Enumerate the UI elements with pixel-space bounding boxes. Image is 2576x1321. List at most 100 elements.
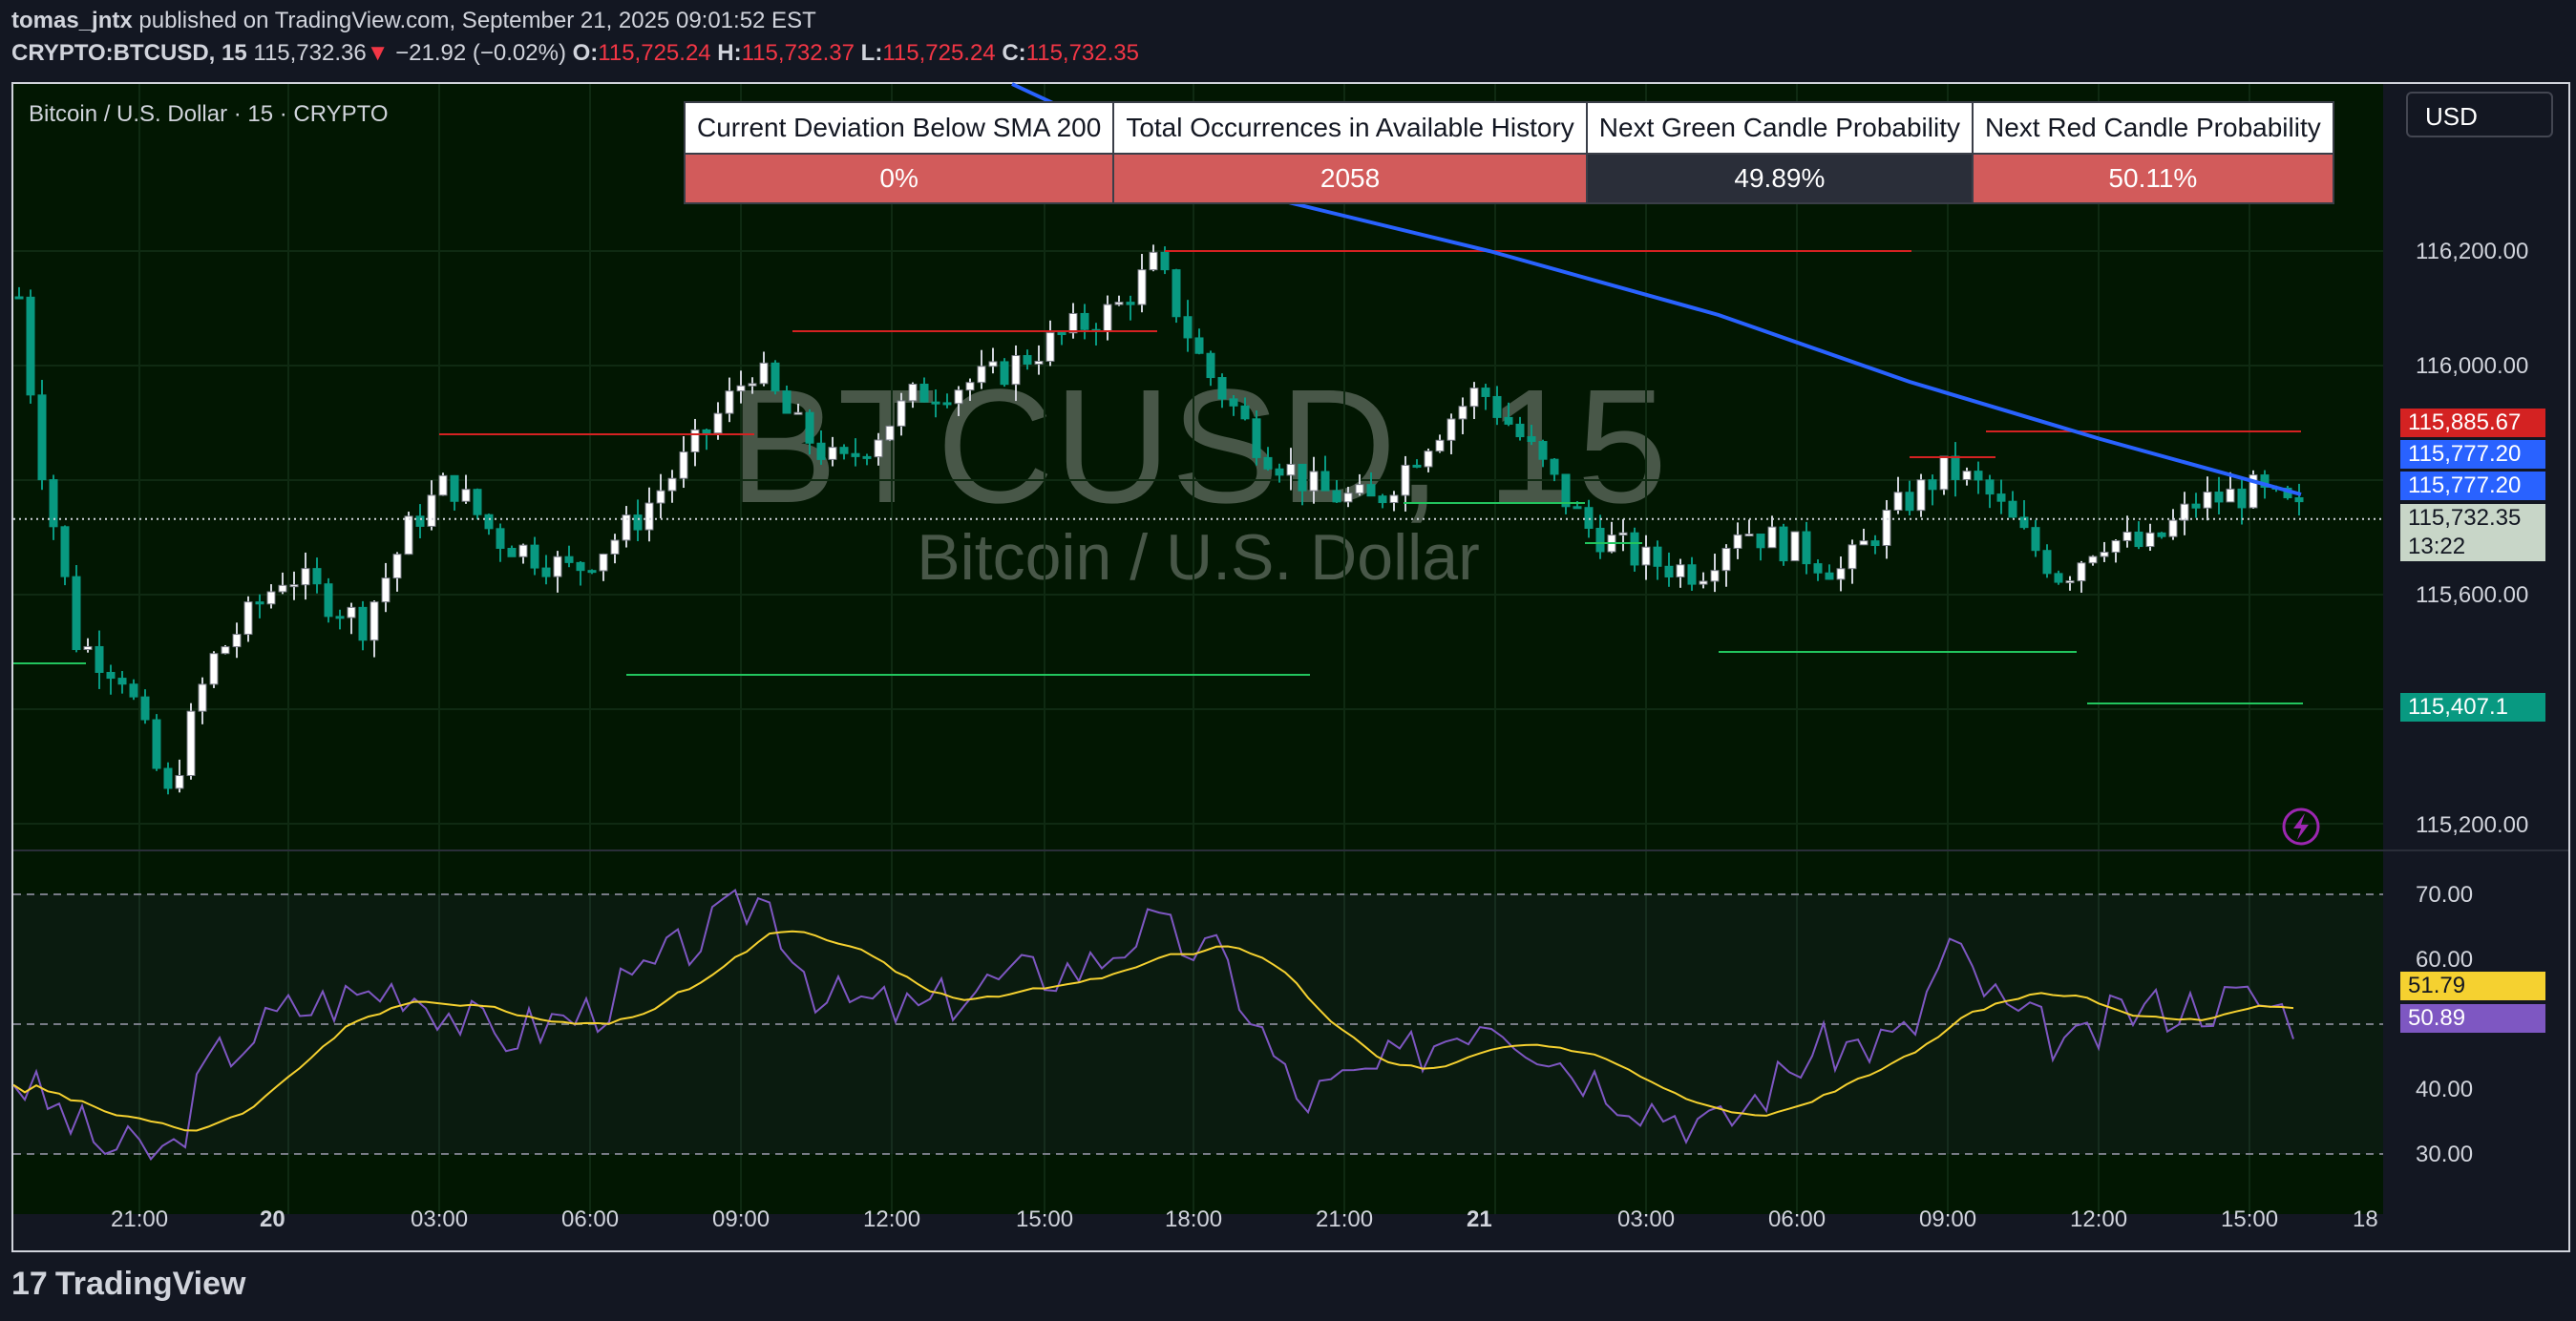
candle-up: [1424, 451, 1433, 468]
candle-down: [450, 474, 459, 502]
candle-up: [656, 490, 665, 504]
candle-up: [1859, 540, 1869, 546]
candle-down: [1687, 564, 1697, 585]
time-tick: 09:00: [1919, 1206, 1977, 1232]
candle-down: [1412, 464, 1422, 468]
candle-up: [553, 556, 562, 577]
candle-up: [644, 502, 654, 531]
candle-up: [874, 439, 883, 458]
candle-down: [576, 561, 585, 572]
stats-value-row: 0% 2058 49.89% 50.11%: [683, 153, 2334, 204]
candle-up: [599, 553, 608, 572]
candle-down: [2157, 532, 2166, 537]
currency-selector[interactable]: USD: [2406, 92, 2553, 137]
price-tick: 115,600.00: [2416, 582, 2529, 608]
candle-up: [2077, 562, 2086, 582]
tradingview-logo-text: TradingView: [54, 1266, 246, 1302]
candle-down: [1584, 507, 1594, 530]
candle-down: [2054, 573, 2063, 583]
candle-up: [1676, 564, 1685, 577]
candle-down: [2008, 500, 2017, 518]
candle-up: [1618, 532, 1628, 536]
stats-value-deviation: 0%: [683, 153, 1115, 204]
time-tick: 21: [1467, 1206, 1492, 1232]
candle-up: [392, 554, 402, 579]
candle-up: [1103, 304, 1112, 332]
candle-up: [175, 775, 184, 789]
candle-down: [117, 678, 127, 685]
time-tick: 21:00: [1316, 1206, 1374, 1232]
candle-down: [862, 455, 872, 459]
candle-down: [1653, 546, 1662, 567]
candle-down: [1595, 528, 1605, 553]
candle-up: [954, 389, 963, 405]
candle-down: [2237, 488, 2247, 509]
time-tick: 03:00: [411, 1206, 469, 1232]
candle-down: [1905, 492, 1914, 512]
candle-down: [1813, 563, 1823, 574]
candle-up: [713, 412, 723, 434]
candle-down: [1630, 532, 1639, 566]
candle-up: [667, 477, 677, 492]
candle-down: [2031, 527, 2040, 552]
candle-up: [1893, 492, 1903, 511]
rsi-tick: 40.00: [2416, 1077, 2474, 1102]
tradingview-logo[interactable]: 17 TradingView: [11, 1266, 245, 1303]
candle-up: [908, 383, 918, 402]
candle-up: [289, 584, 299, 588]
candle-up: [1286, 463, 1296, 476]
candle-down: [633, 514, 643, 531]
price-tick: 115,200.00: [2416, 812, 2529, 838]
time-tick: 15:00: [2221, 1206, 2279, 1232]
candle-down: [942, 402, 952, 406]
candle-up: [1137, 269, 1147, 305]
time-tick: 06:00: [561, 1206, 620, 1232]
candle-down: [60, 526, 70, 577]
candle-down: [95, 645, 104, 673]
candle-down: [1229, 398, 1238, 407]
candle-up: [2122, 531, 2132, 541]
candle-up: [1710, 570, 1720, 582]
candle-down: [1080, 312, 1089, 330]
candle-up: [2145, 532, 2155, 548]
candle-up: [1149, 251, 1158, 271]
stats-value-green-prob: 49.89%: [1585, 153, 1974, 204]
candle-down: [1057, 332, 1066, 336]
candle-up: [438, 474, 448, 496]
time-tick: 03:00: [1617, 1206, 1676, 1232]
candle-up: [2168, 519, 2178, 537]
candle-up: [1389, 494, 1399, 504]
candle-down: [931, 401, 940, 405]
candle-down: [2294, 496, 2304, 503]
candle-down: [2042, 550, 2052, 575]
candle-down: [1550, 458, 1559, 475]
sma-price-tag-2: 115,777.20: [2400, 472, 2545, 500]
candle-down: [1573, 506, 1582, 510]
candle-up: [1744, 534, 1754, 537]
time-tick: 09:00: [712, 1206, 771, 1232]
candle-up: [897, 400, 906, 427]
candle-down: [1023, 355, 1032, 365]
candle-down: [140, 696, 150, 721]
resistance-price-tag: 115,885.67: [2400, 409, 2545, 437]
candle-down: [1126, 302, 1135, 305]
candle-down: [1870, 540, 1880, 547]
candle-up: [977, 366, 986, 384]
candle-up: [404, 515, 413, 556]
candle-down: [2214, 492, 2224, 503]
candle-up: [1435, 439, 1445, 452]
candle-up: [2065, 580, 2075, 584]
candle-down: [2191, 503, 2201, 509]
candle-up: [793, 411, 803, 415]
time-tick: 06:00: [1768, 1206, 1826, 1232]
candle-up: [1733, 534, 1742, 549]
candle-up: [221, 646, 230, 655]
candle-down: [163, 767, 173, 789]
candle-down: [1217, 377, 1227, 400]
candle-down: [1298, 463, 1307, 492]
candle-up: [1034, 360, 1044, 365]
price-tick: 116,200.00: [2416, 239, 2529, 264]
candle-down: [1756, 534, 1765, 549]
candle-up: [1790, 531, 1800, 562]
candle-up: [988, 361, 998, 367]
